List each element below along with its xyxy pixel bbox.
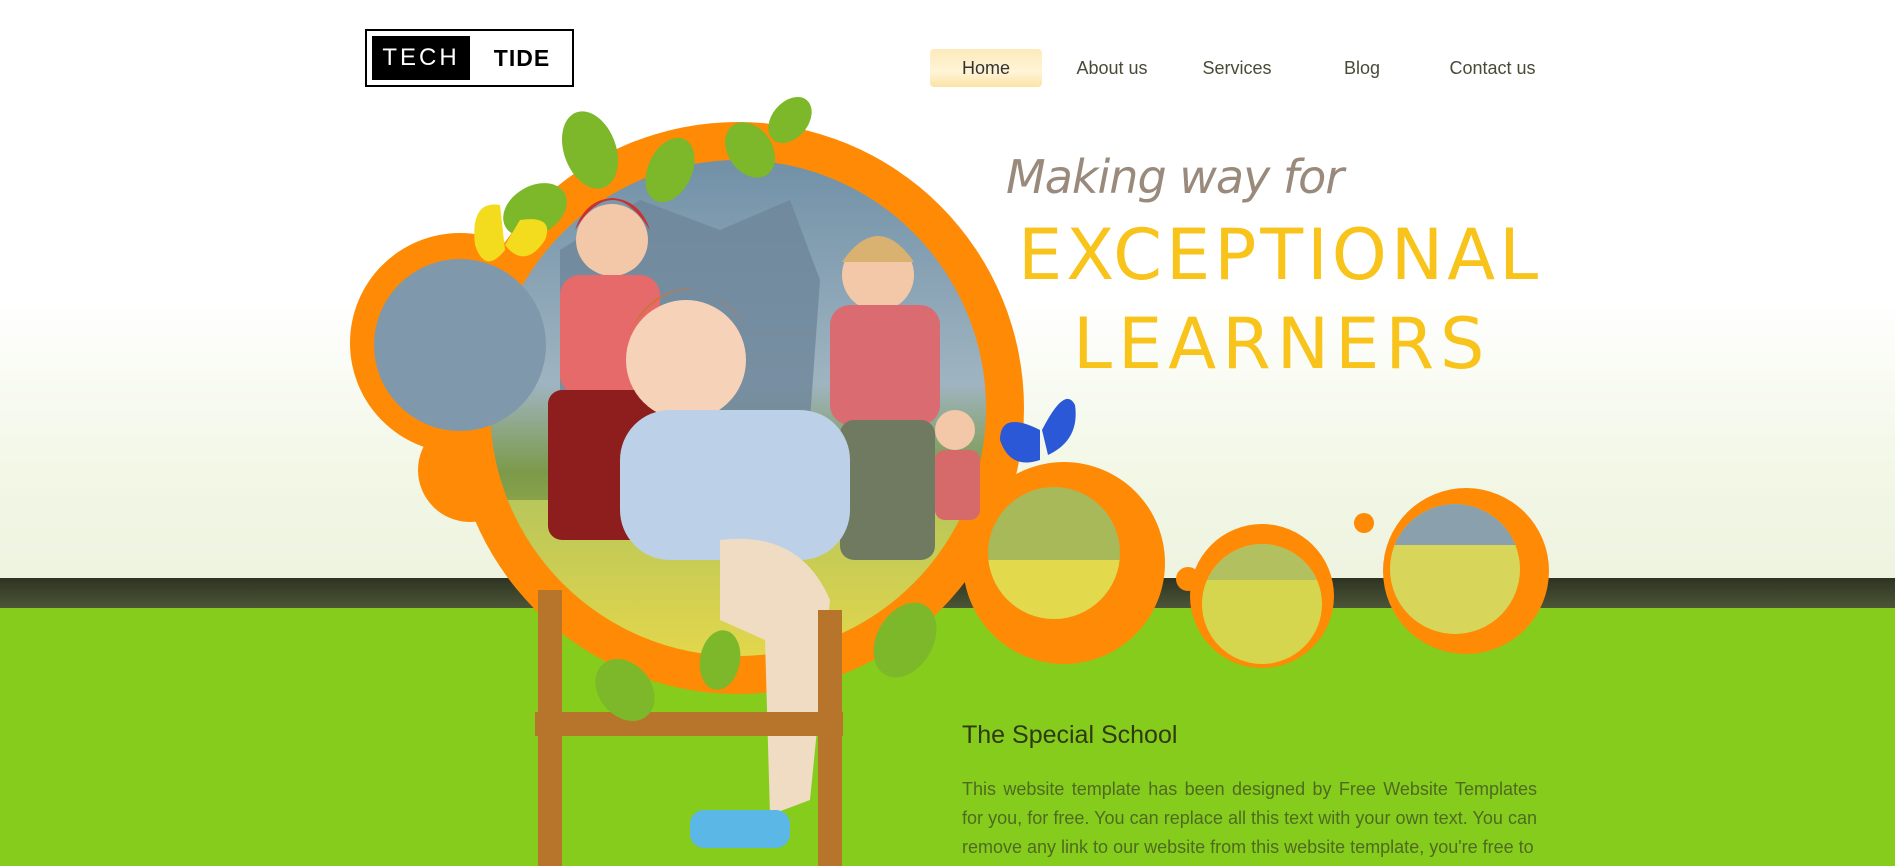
hero-illustration (350, 96, 1549, 866)
section-title: The Special School (962, 721, 1178, 749)
hero-headline-line2: LEARNERS (1073, 303, 1491, 385)
section-body: This website template has been designed … (962, 779, 1537, 857)
hero-headline-line1: EXCEPTIONAL (1018, 214, 1543, 296)
hero-tagline: Making way for (1006, 150, 1344, 204)
